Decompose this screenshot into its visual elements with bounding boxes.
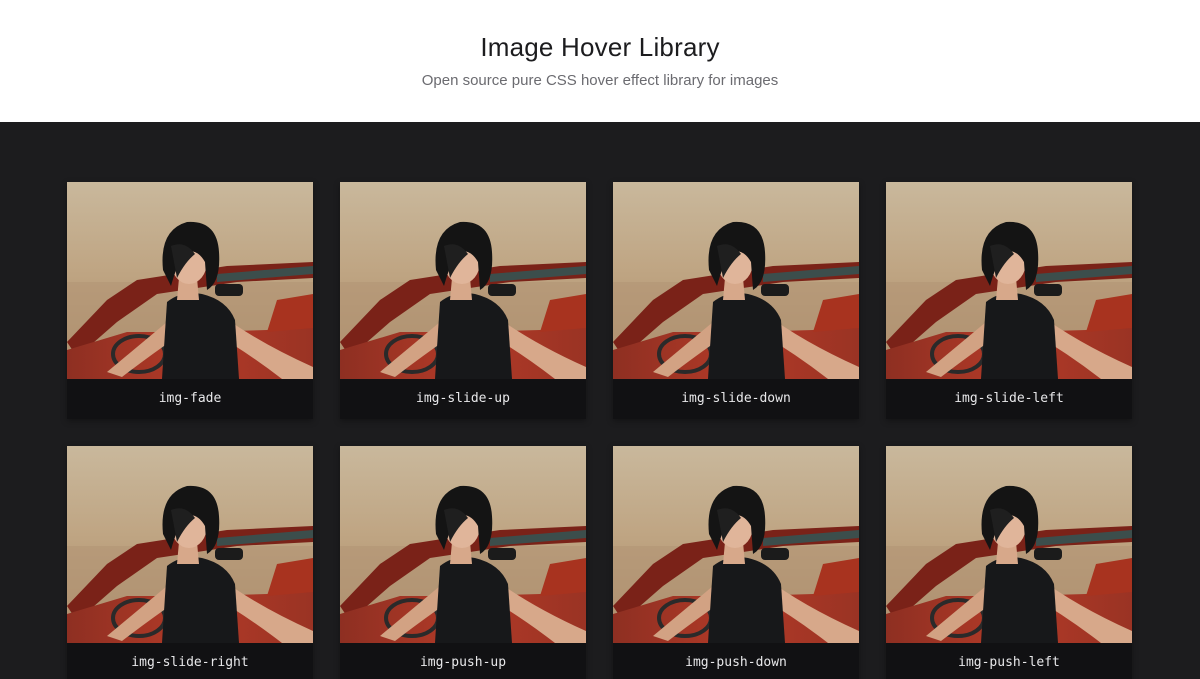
effect-name-label: img-fade — [158, 391, 222, 406]
effect-card-img-slide-up[interactable]: img-slide-up — [340, 182, 586, 419]
effect-card-img-fade[interactable]: img-fade — [67, 182, 313, 419]
effect-card-img-slide-right[interactable]: img-slide-right — [67, 446, 313, 679]
effect-preview-image[interactable] — [886, 446, 1132, 643]
page-subtitle: Open source pure CSS hover effect librar… — [421, 72, 779, 89]
page-header: Image Hover Library Open source pure CSS… — [0, 0, 1200, 122]
effect-name-label: img-slide-right — [131, 655, 249, 670]
page-title: Image Hover Library — [480, 32, 720, 62]
effect-name-label: img-slide-down — [681, 391, 791, 406]
effect-card-img-push-left[interactable]: img-push-left — [886, 446, 1132, 679]
effects-grid: img-fade img-slide-up img-slide-down img… — [67, 182, 1132, 679]
effect-name-label: img-slide-left — [954, 391, 1064, 406]
effect-name-label: img-push-down — [685, 655, 787, 670]
effect-card-img-push-down[interactable]: img-push-down — [613, 446, 859, 679]
effect-preview-image[interactable] — [886, 182, 1132, 379]
effect-preview-image[interactable] — [340, 182, 586, 379]
effect-name-label: img-push-up — [419, 655, 507, 670]
effect-preview-image[interactable] — [67, 182, 313, 379]
effect-card-img-slide-down[interactable]: img-slide-down — [613, 182, 859, 419]
effect-preview-image[interactable] — [67, 446, 313, 643]
effect-card-img-push-up[interactable]: img-push-up — [340, 446, 586, 679]
effect-card-img-slide-left[interactable]: img-slide-left — [886, 182, 1132, 419]
effect-preview-image[interactable] — [613, 182, 859, 379]
effects-gallery: img-fade img-slide-up img-slide-down img… — [0, 122, 1200, 679]
effect-preview-image[interactable] — [613, 446, 859, 643]
effect-name-label: img-slide-up — [416, 391, 510, 406]
effect-preview-image[interactable] — [340, 446, 586, 643]
effect-name-label: img-push-left — [958, 655, 1060, 670]
